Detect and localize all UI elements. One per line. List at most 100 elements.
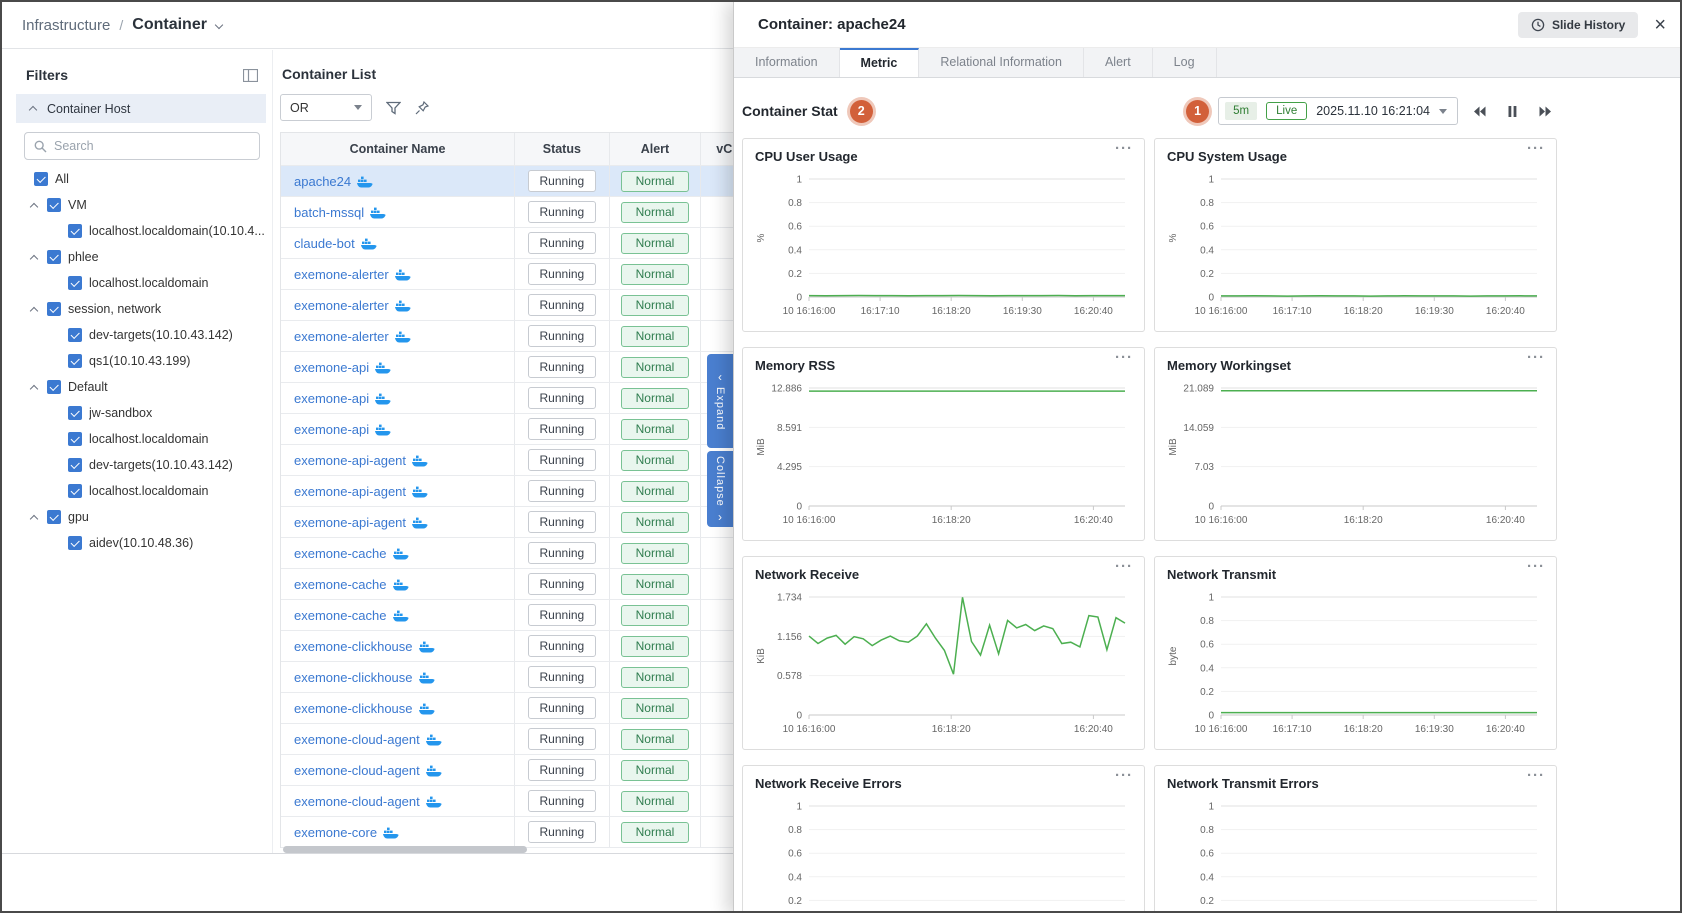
status-badge[interactable]: Running: [528, 511, 597, 533]
checkbox-checked[interactable]: [68, 536, 82, 550]
table-row-exemone-api-agent[interactable]: exemone-api-agentRunningNormal: [281, 445, 781, 476]
checkbox-checked[interactable]: [68, 354, 82, 368]
status-badge[interactable]: Running: [528, 573, 597, 595]
chart-menu-icon[interactable]: ···: [1115, 349, 1133, 366]
status-badge[interactable]: Running: [528, 821, 597, 843]
status-badge[interactable]: Running: [528, 170, 597, 192]
container-name-link[interactable]: exemone-cache: [294, 577, 387, 592]
tree-item-all[interactable]: All: [16, 166, 266, 192]
collapse-panel-icon[interactable]: [243, 69, 258, 82]
tab-information[interactable]: Information: [734, 48, 840, 77]
tree-item-gpu[interactable]: gpu: [16, 504, 266, 530]
rewind-button[interactable]: [1467, 99, 1491, 123]
table-row-exemone-clickhouse[interactable]: exemone-clickhouseRunningNormal: [281, 662, 781, 693]
tab-relational-information[interactable]: Relational Information: [919, 48, 1084, 77]
checkbox-checked[interactable]: [68, 432, 82, 446]
table-row-exemone-api[interactable]: exemone-apiRunningNormal: [281, 352, 781, 383]
status-badge[interactable]: Running: [528, 294, 597, 316]
status-badge[interactable]: Running: [528, 604, 597, 626]
status-badge[interactable]: Running: [528, 635, 597, 657]
tree-item-vm[interactable]: VM: [16, 192, 266, 218]
tree-item-aidev-10-10-48-36[interactable]: aidev(10.10.48.36): [16, 530, 266, 556]
live-badge[interactable]: Live: [1266, 102, 1307, 120]
table-row-batch-mssql[interactable]: batch-mssqlRunningNormal: [281, 197, 781, 228]
table-row-exemone-alerter[interactable]: exemone-alerterRunningNormal: [281, 259, 781, 290]
table-row-exemone-alerter[interactable]: exemone-alerterRunningNormal: [281, 321, 781, 352]
expand-tab[interactable]: ‹ Expand: [707, 354, 733, 448]
table-row-exemone-cache[interactable]: exemone-cacheRunningNormal: [281, 569, 781, 600]
filter-group-header[interactable]: Container Host: [16, 94, 266, 123]
tree-item-dev-targets-10-10-43-142[interactable]: dev-targets(10.10.43.142): [16, 322, 266, 348]
table-row-exemone-cloud-agent[interactable]: exemone-cloud-agentRunningNormal: [281, 786, 781, 817]
container-name-link[interactable]: exemone-api: [294, 391, 369, 406]
chart-menu-icon[interactable]: ···: [1115, 140, 1133, 157]
chart-menu-icon[interactable]: ···: [1527, 767, 1545, 784]
time-range-control[interactable]: 5m Live 2025.11.10 16:21:04: [1218, 97, 1458, 125]
container-name-link[interactable]: exemone-cache: [294, 608, 387, 623]
container-name-link[interactable]: exemone-clickhouse: [294, 701, 413, 716]
container-name-link[interactable]: exemone-alerter: [294, 329, 389, 344]
table-row-exemone-clickhouse[interactable]: exemone-clickhouseRunningNormal: [281, 693, 781, 724]
column-header-container-name[interactable]: Container Name: [281, 133, 515, 165]
chart-menu-icon[interactable]: ···: [1115, 767, 1133, 784]
table-row-claude-bot[interactable]: claude-botRunningNormal: [281, 228, 781, 259]
checkbox-checked[interactable]: [47, 510, 61, 524]
collapse-tab[interactable]: Collapse ›: [707, 451, 733, 527]
status-badge[interactable]: Running: [528, 387, 597, 409]
checkbox-checked[interactable]: [68, 484, 82, 498]
container-name-link[interactable]: exemone-core: [294, 825, 377, 840]
checkbox-checked[interactable]: [68, 328, 82, 342]
chart-menu-icon[interactable]: ···: [1527, 349, 1545, 366]
operator-select[interactable]: OR: [280, 94, 372, 121]
table-row-exemone-alerter[interactable]: exemone-alerterRunningNormal: [281, 290, 781, 321]
checkbox-checked[interactable]: [47, 198, 61, 212]
checkbox-checked[interactable]: [34, 172, 48, 186]
container-name-link[interactable]: exemone-cloud-agent: [294, 763, 420, 778]
container-name-link[interactable]: exemone-clickhouse: [294, 639, 413, 654]
chevron-up-icon[interactable]: [29, 382, 40, 393]
tree-item-localhost-localdomain[interactable]: localhost.localdomain: [16, 270, 266, 296]
tree-item-dev-targets-10-10-43-142[interactable]: dev-targets(10.10.43.142): [16, 452, 266, 478]
checkbox-checked[interactable]: [47, 380, 61, 394]
tab-log[interactable]: Log: [1153, 48, 1217, 77]
pin-icon[interactable]: [415, 101, 429, 115]
slide-history-button[interactable]: Slide History: [1518, 12, 1638, 38]
container-name-link[interactable]: exemone-api: [294, 422, 369, 437]
tree-item-phlee[interactable]: phlee: [16, 244, 266, 270]
container-name-link[interactable]: exemone-api-agent: [294, 453, 406, 468]
table-row-exemone-api[interactable]: exemone-apiRunningNormal: [281, 383, 781, 414]
table-row-apache24[interactable]: apache24RunningNormal: [281, 166, 781, 197]
chart-menu-icon[interactable]: ···: [1115, 558, 1133, 575]
table-row-exemone-cloud-agent[interactable]: exemone-cloud-agentRunningNormal: [281, 724, 781, 755]
container-name-link[interactable]: exemone-cloud-agent: [294, 794, 420, 809]
interval-badge[interactable]: 5m: [1225, 102, 1257, 120]
tree-item-session-network[interactable]: session, network: [16, 296, 266, 322]
status-badge[interactable]: Running: [528, 697, 597, 719]
table-row-exemone-api[interactable]: exemone-apiRunningNormal: [281, 414, 781, 445]
breadcrumb-section[interactable]: Infrastructure: [22, 17, 110, 34]
status-badge[interactable]: Running: [528, 759, 597, 781]
status-badge[interactable]: Running: [528, 449, 597, 471]
tree-item-localhost-localdomain-10-10-4[interactable]: localhost.localdomain(10.10.4...: [16, 218, 266, 244]
column-header-status[interactable]: Status: [515, 133, 610, 165]
tree-item-localhost-localdomain[interactable]: localhost.localdomain: [16, 426, 266, 452]
status-badge[interactable]: Running: [528, 232, 597, 254]
table-row-exemone-api-agent[interactable]: exemone-api-agentRunningNormal: [281, 507, 781, 538]
chart-menu-icon[interactable]: ···: [1527, 140, 1545, 157]
table-row-exemone-cloud-agent[interactable]: exemone-cloud-agentRunningNormal: [281, 755, 781, 786]
tab-alert[interactable]: Alert: [1084, 48, 1153, 77]
checkbox-checked[interactable]: [47, 302, 61, 316]
container-name-link[interactable]: exemone-alerter: [294, 267, 389, 282]
container-name-link[interactable]: claude-bot: [294, 236, 355, 251]
container-name-link[interactable]: exemone-clickhouse: [294, 670, 413, 685]
status-badge[interactable]: Running: [528, 325, 597, 347]
checkbox-checked[interactable]: [68, 224, 82, 238]
horizontal-scrollbar[interactable]: [283, 846, 527, 853]
status-badge[interactable]: Running: [528, 263, 597, 285]
checkbox-checked[interactable]: [68, 458, 82, 472]
status-badge[interactable]: Running: [528, 790, 597, 812]
table-row-exemone-clickhouse[interactable]: exemone-clickhouseRunningNormal: [281, 631, 781, 662]
tree-item-qs1-10-10-43-199[interactable]: qs1(10.10.43.199): [16, 348, 266, 374]
table-row-exemone-api-agent[interactable]: exemone-api-agentRunningNormal: [281, 476, 781, 507]
container-name-link[interactable]: apache24: [294, 174, 351, 189]
